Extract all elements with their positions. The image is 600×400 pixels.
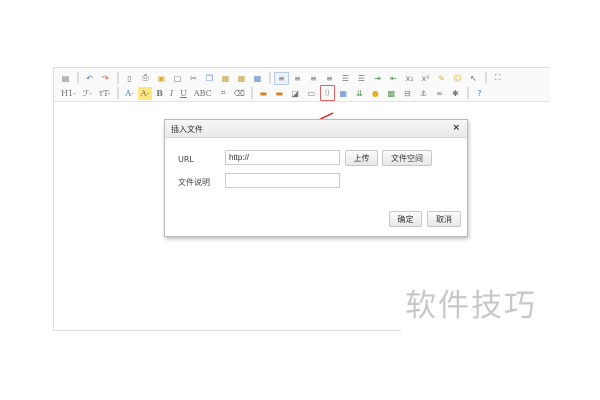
watermark: 软件技巧 (405, 288, 537, 324)
ok-button[interactable]: 确定 (389, 211, 422, 227)
description-input[interactable] (225, 173, 340, 188)
file-space-button[interactable]: 文件空间 (382, 150, 432, 166)
dialog-title: 插入文件 (171, 125, 203, 134)
insert-file-dialog: 插入文件 × URL 上传 文件空间 文件说明 确定 取消 (164, 119, 468, 237)
close-icon[interactable]: × (452, 123, 460, 133)
description-label: 文件说明 (178, 178, 210, 187)
cancel-button[interactable]: 取消 (427, 211, 461, 227)
dialog-titlebar[interactable]: 插入文件 × (165, 120, 467, 138)
url-input[interactable] (225, 150, 340, 165)
url-label: URL (178, 155, 194, 164)
upload-button[interactable]: 上传 (345, 150, 378, 166)
